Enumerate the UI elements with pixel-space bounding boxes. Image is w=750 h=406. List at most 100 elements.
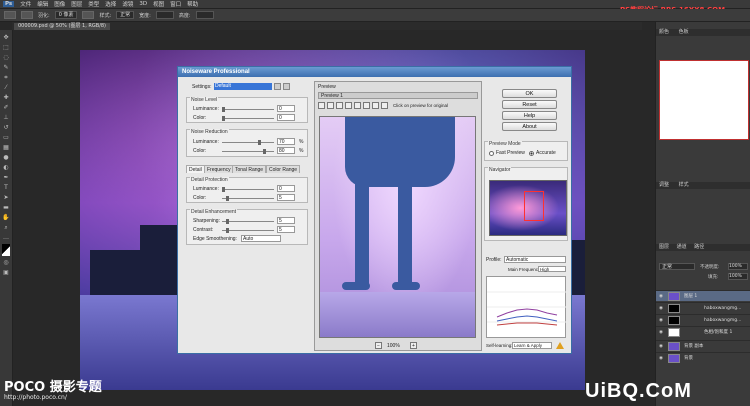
color-input[interactable]: 80 bbox=[277, 147, 295, 154]
preview-tool-icon[interactable] bbox=[327, 102, 334, 109]
tab-layers[interactable]: 图层 bbox=[659, 244, 669, 250]
opacity-input[interactable]: 100% bbox=[728, 263, 748, 270]
eye-icon[interactable]: ◉ bbox=[659, 327, 663, 338]
color-slider[interactable] bbox=[222, 196, 274, 201]
slider-knob[interactable] bbox=[226, 196, 229, 201]
layer-row[interactable]: ◉ 背景 bbox=[656, 352, 750, 363]
brush-tool-icon[interactable]: ✐ bbox=[2, 104, 10, 111]
tab-adjustments[interactable]: 调整 bbox=[659, 182, 669, 188]
navigator-viewport[interactable] bbox=[524, 191, 544, 221]
feather-input[interactable]: 0 像素 bbox=[54, 11, 78, 19]
tab-color[interactable]: 颜色 bbox=[659, 29, 669, 35]
menu-layer[interactable]: 图层 bbox=[71, 0, 82, 8]
more-tools-icon[interactable]: … bbox=[2, 234, 10, 241]
path-select-icon[interactable]: ➤ bbox=[2, 194, 10, 201]
contrast-slider[interactable] bbox=[222, 228, 274, 233]
move-tool-icon[interactable]: ✥ bbox=[2, 34, 10, 41]
gradient-tool-icon[interactable]: ▦ bbox=[2, 144, 10, 151]
tab-frequency[interactable]: Frequency bbox=[204, 165, 234, 173]
preview-tool-icon[interactable] bbox=[318, 102, 325, 109]
tab-detail[interactable]: Detail bbox=[186, 165, 205, 173]
menu-select[interactable]: 选择 bbox=[105, 0, 116, 8]
layer-row[interactable]: ◉ haboxwangmg... bbox=[656, 302, 750, 313]
self-learning-select[interactable]: Learn & Apply bbox=[512, 342, 552, 349]
style-select[interactable]: 正常 bbox=[116, 11, 135, 19]
slider-knob[interactable] bbox=[258, 140, 261, 145]
slider-knob[interactable] bbox=[222, 187, 225, 192]
screen-mode-icon[interactable]: ▣ bbox=[2, 269, 10, 276]
color-slider[interactable] bbox=[222, 149, 274, 154]
luminance-input[interactable]: 0 bbox=[277, 105, 295, 112]
fast-preview-radio[interactable] bbox=[489, 151, 494, 156]
menu-image[interactable]: 图像 bbox=[54, 0, 65, 8]
crop-tool-icon[interactable]: ⌗ bbox=[2, 74, 10, 81]
luminance-input[interactable]: 0 bbox=[277, 185, 295, 192]
menu-edit[interactable]: 编辑 bbox=[37, 0, 48, 8]
main-frequency-select[interactable]: High bbox=[538, 266, 566, 272]
pen-tool-icon[interactable]: ✒ bbox=[2, 174, 10, 181]
layer-row[interactable]: ◉ haboxwangmg... bbox=[656, 314, 750, 325]
eye-icon[interactable]: ◉ bbox=[659, 353, 663, 364]
preview-tool-icon[interactable] bbox=[381, 102, 388, 109]
tab-paths[interactable]: 路径 bbox=[694, 244, 704, 250]
anti-alias-checkbox[interactable] bbox=[82, 11, 95, 19]
history-brush-icon[interactable]: ↺ bbox=[2, 124, 10, 131]
slider-knob[interactable] bbox=[226, 219, 229, 224]
accurate-radio[interactable] bbox=[529, 151, 534, 156]
shape-tool-icon[interactable]: ▬ bbox=[2, 204, 10, 211]
edge-smoothening-select[interactable]: Auto bbox=[241, 235, 281, 242]
menu-filter[interactable]: 滤镜 bbox=[122, 0, 133, 8]
hand-tool-icon[interactable]: ✋ bbox=[2, 214, 10, 221]
preview-tool-icon[interactable] bbox=[345, 102, 352, 109]
about-button[interactable]: About bbox=[502, 122, 557, 131]
document-tab[interactable]: 000009.psd @ 50% (图层 1, RGB/8) bbox=[14, 23, 111, 30]
color-slider[interactable] bbox=[222, 116, 274, 121]
lasso-tool-icon[interactable]: ◌ bbox=[2, 54, 10, 61]
luminance-slider[interactable] bbox=[222, 140, 274, 145]
luminance-input[interactable]: 70 bbox=[277, 138, 295, 145]
eye-icon[interactable]: ◉ bbox=[659, 291, 663, 302]
selection-mode-buttons[interactable] bbox=[21, 11, 33, 19]
ok-button[interactable]: OK bbox=[502, 89, 557, 98]
preview-tool-icon[interactable] bbox=[363, 102, 370, 109]
layer-row[interactable]: ◉ 色相/饱和度 1 bbox=[656, 326, 750, 337]
height-input[interactable] bbox=[195, 11, 214, 19]
preview-selector[interactable]: Preview 1 bbox=[318, 92, 478, 99]
blend-mode-select[interactable]: 正常 bbox=[659, 263, 695, 270]
quick-mask-icon[interactable]: ◎ bbox=[2, 259, 10, 266]
tab-swatches[interactable]: 色板 bbox=[679, 29, 689, 35]
slider-knob[interactable] bbox=[222, 107, 225, 112]
help-button[interactable]: Help bbox=[502, 111, 557, 120]
save-settings-icon[interactable] bbox=[274, 83, 281, 90]
menu-view[interactable]: 视图 bbox=[153, 0, 164, 8]
eraser-tool-icon[interactable]: ▭ bbox=[2, 134, 10, 141]
stamp-tool-icon[interactable]: ⊥ bbox=[2, 114, 10, 121]
preview-image[interactable] bbox=[319, 116, 476, 338]
color-input[interactable]: 0 bbox=[277, 114, 295, 121]
sharpening-input[interactable]: 5 bbox=[277, 217, 295, 224]
healing-tool-icon[interactable]: ✚ bbox=[2, 94, 10, 101]
tab-channels[interactable]: 通道 bbox=[677, 244, 687, 250]
slider-knob[interactable] bbox=[222, 116, 225, 121]
marquee-tool-preset[interactable] bbox=[4, 11, 16, 19]
zoom-out-button[interactable]: − bbox=[375, 342, 382, 349]
contrast-input[interactable]: 5 bbox=[277, 226, 295, 233]
color-input[interactable]: 5 bbox=[277, 194, 295, 201]
tab-color-range[interactable]: Color Range bbox=[266, 165, 301, 173]
eye-icon[interactable]: ◉ bbox=[659, 303, 663, 314]
tab-tonal-range[interactable]: Tonal Range bbox=[232, 165, 267, 173]
luminance-slider[interactable] bbox=[222, 187, 274, 192]
tab-styles[interactable]: 样式 bbox=[679, 182, 689, 188]
navigator-thumbnail[interactable] bbox=[489, 180, 567, 236]
layer-row[interactable]: ◉ 背景 副本 bbox=[656, 340, 750, 351]
preview-tool-icon[interactable] bbox=[372, 102, 379, 109]
marquee-tool-icon[interactable]: ⬚ bbox=[2, 44, 10, 51]
menu-type[interactable]: 类型 bbox=[88, 0, 99, 8]
frequency-graph[interactable] bbox=[486, 276, 567, 338]
slider-knob[interactable] bbox=[226, 228, 229, 233]
menu-file[interactable]: 文件 bbox=[20, 0, 31, 8]
warning-icon[interactable] bbox=[556, 342, 564, 349]
fill-input[interactable]: 100% bbox=[728, 273, 748, 280]
quick-select-tool-icon[interactable]: ✎ bbox=[2, 64, 10, 71]
menu-help[interactable]: 帮助 bbox=[187, 0, 198, 8]
